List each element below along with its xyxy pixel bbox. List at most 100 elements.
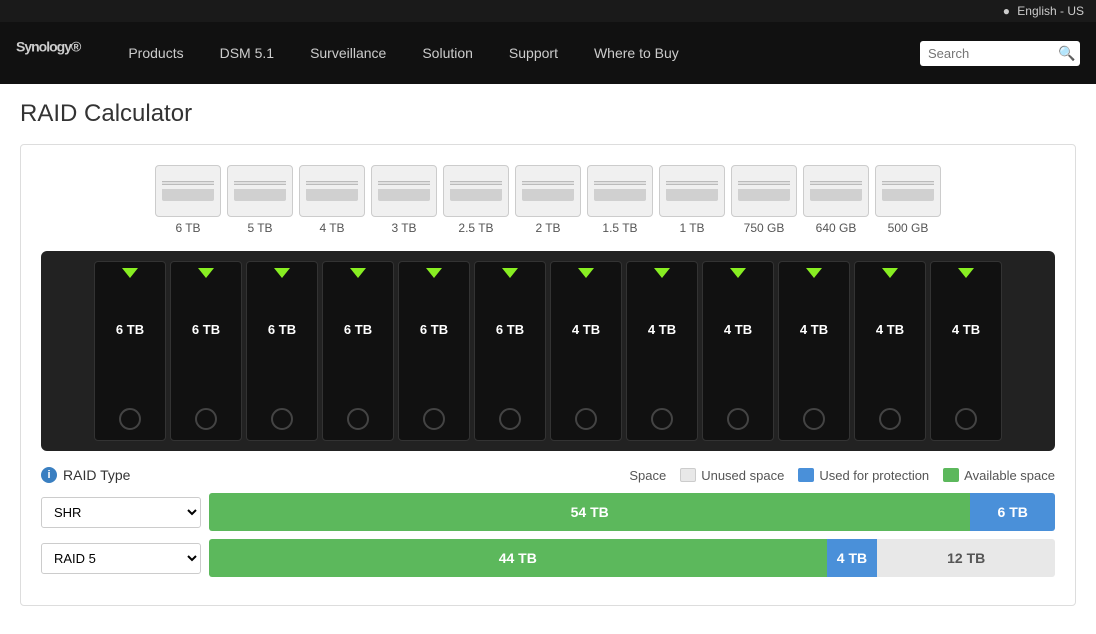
drive-slot-4[interactable]: 6 TB [398,261,470,441]
drive-option-2.5-TB[interactable]: 2.5 TB [443,165,509,235]
nav-link-surveillance[interactable]: Surveillance [292,22,404,84]
drive-option-750-GB[interactable]: 750 GB [731,165,797,235]
drive-option-label: 1 TB [679,221,704,235]
drive-indicator [958,268,974,278]
drive-circle [423,408,445,430]
drive-slot-capacity: 4 TB [952,322,980,337]
drive-option-4-TB[interactable]: 4 TB [299,165,365,235]
drive-bottom [522,189,574,201]
logo[interactable]: Synology® [16,37,80,69]
raid-info-row: i RAID Type Space Unused space Used for … [41,467,1055,483]
drive-slot-1[interactable]: 6 TB [170,261,242,441]
logo-text: Synology [16,39,71,55]
drive-indicator [806,268,822,278]
drive-slot-capacity: 6 TB [496,322,524,337]
drive-icon-top [875,165,941,217]
drive-bottom [666,189,718,201]
drive-icon-top [299,165,365,217]
search-box[interactable]: 🔍 [920,41,1080,66]
drive-slot-capacity: 4 TB [572,322,600,337]
top-bar: ● English - US [0,0,1096,22]
search-icon[interactable]: 🔍 [1058,45,1075,62]
drive-bottom [594,189,646,201]
drive-option-500-GB[interactable]: 500 GB [875,165,941,235]
drive-icon-top [371,165,437,217]
drive-slot-8[interactable]: 4 TB [702,261,774,441]
drive-option-5-TB[interactable]: 5 TB [227,165,293,235]
drive-bottom [810,189,862,201]
drive-bay: 6 TB 6 TB 6 TB 6 TB 6 TB 6 TB 4 TB 4 TB … [41,251,1055,451]
drive-option-3-TB[interactable]: 3 TB [371,165,437,235]
raid-select-0[interactable]: SHRJBODRAID 0RAID 1RAID 5RAID 6RAID 10 [41,497,201,528]
raid-select-wrap-0: SHRJBODRAID 0RAID 1RAID 5RAID 6RAID 10 [41,497,201,528]
search-input[interactable] [928,46,1058,61]
drive-slot-0[interactable]: 6 TB [94,261,166,441]
drive-slot-capacity: 6 TB [192,322,220,337]
drive-lines [450,181,502,185]
page-content: RAID Calculator 6 TB 5 TB 4 TB 3 TB [0,84,1096,622]
drive-option-label: 4 TB [319,221,344,235]
drive-bottom [450,189,502,201]
nav-link-dsm[interactable]: DSM 5.1 [202,22,292,84]
drive-slot-capacity: 6 TB [344,322,372,337]
drive-option-1.5-TB[interactable]: 1.5 TB [587,165,653,235]
drive-icon-top [587,165,653,217]
raid-type-label-group: i RAID Type [41,467,130,483]
drive-indicator [274,268,290,278]
drive-slot-6[interactable]: 4 TB [550,261,622,441]
drive-circle [119,408,141,430]
drive-slot-7[interactable]: 4 TB [626,261,698,441]
legend-unused: Unused space [680,468,784,483]
drive-slot-capacity: 6 TB [420,322,448,337]
drive-circle [955,408,977,430]
nav-item-support[interactable]: Support [491,22,576,84]
nav-item-where-to-buy[interactable]: Where to Buy [576,22,697,84]
drive-circle [803,408,825,430]
drive-slot-9[interactable]: 4 TB [778,261,850,441]
nav-item-surveillance[interactable]: Surveillance [292,22,404,84]
raid-bar-1: 44 TB4 TB12 TB [209,539,1055,577]
drive-lines [810,181,862,185]
nav-item-solution[interactable]: Solution [404,22,491,84]
globe-icon: ● [1003,4,1010,18]
nav-link-support[interactable]: Support [491,22,576,84]
info-icon[interactable]: i [41,467,57,483]
raid-select-wrap-1: SHRJBODRAID 0RAID 1RAID 5RAID 6RAID 10 [41,543,201,574]
drive-indicator [730,268,746,278]
nav-link-products[interactable]: Products [110,22,201,84]
swatch-available [943,468,959,482]
bottom-section: i RAID Type Space Unused space Used for … [41,467,1055,577]
drive-option-label: 5 TB [247,221,272,235]
drive-indicator [350,268,366,278]
drive-icon-top [659,165,725,217]
drive-bottom [306,189,358,201]
drive-option-640-GB[interactable]: 640 GB [803,165,869,235]
drive-slot-10[interactable]: 4 TB [854,261,926,441]
bar-gray-1: 12 TB [877,539,1055,577]
drive-slot-capacity: 4 TB [876,322,904,337]
drive-indicator [882,268,898,278]
bar-blue-1: 4 TB [827,539,878,577]
raid-select-1[interactable]: SHRJBODRAID 0RAID 1RAID 5RAID 6RAID 10 [41,543,201,574]
drive-option-2-TB[interactable]: 2 TB [515,165,581,235]
drive-lines [162,181,214,185]
nav-item-products[interactable]: Products [110,22,201,84]
drive-option-6-TB[interactable]: 6 TB [155,165,221,235]
drive-bottom [234,189,286,201]
legend-protection: Used for protection [798,468,929,483]
drive-bottom [162,189,214,201]
drive-lines [234,181,286,185]
drive-indicator [654,268,670,278]
nav-link-solution[interactable]: Solution [404,22,491,84]
drive-slot-11[interactable]: 4 TB [930,261,1002,441]
bar-blue-0: 6 TB [970,493,1055,531]
drive-slot-3[interactable]: 6 TB [322,261,394,441]
nav-link-where-to-buy[interactable]: Where to Buy [576,22,697,84]
drive-lines [882,181,934,185]
nav-item-dsm[interactable]: DSM 5.1 [202,22,292,84]
logo-mark: ® [71,39,80,55]
drive-option-1-TB[interactable]: 1 TB [659,165,725,235]
drive-slot-capacity: 4 TB [800,322,828,337]
drive-slot-5[interactable]: 6 TB [474,261,546,441]
drive-slot-2[interactable]: 6 TB [246,261,318,441]
